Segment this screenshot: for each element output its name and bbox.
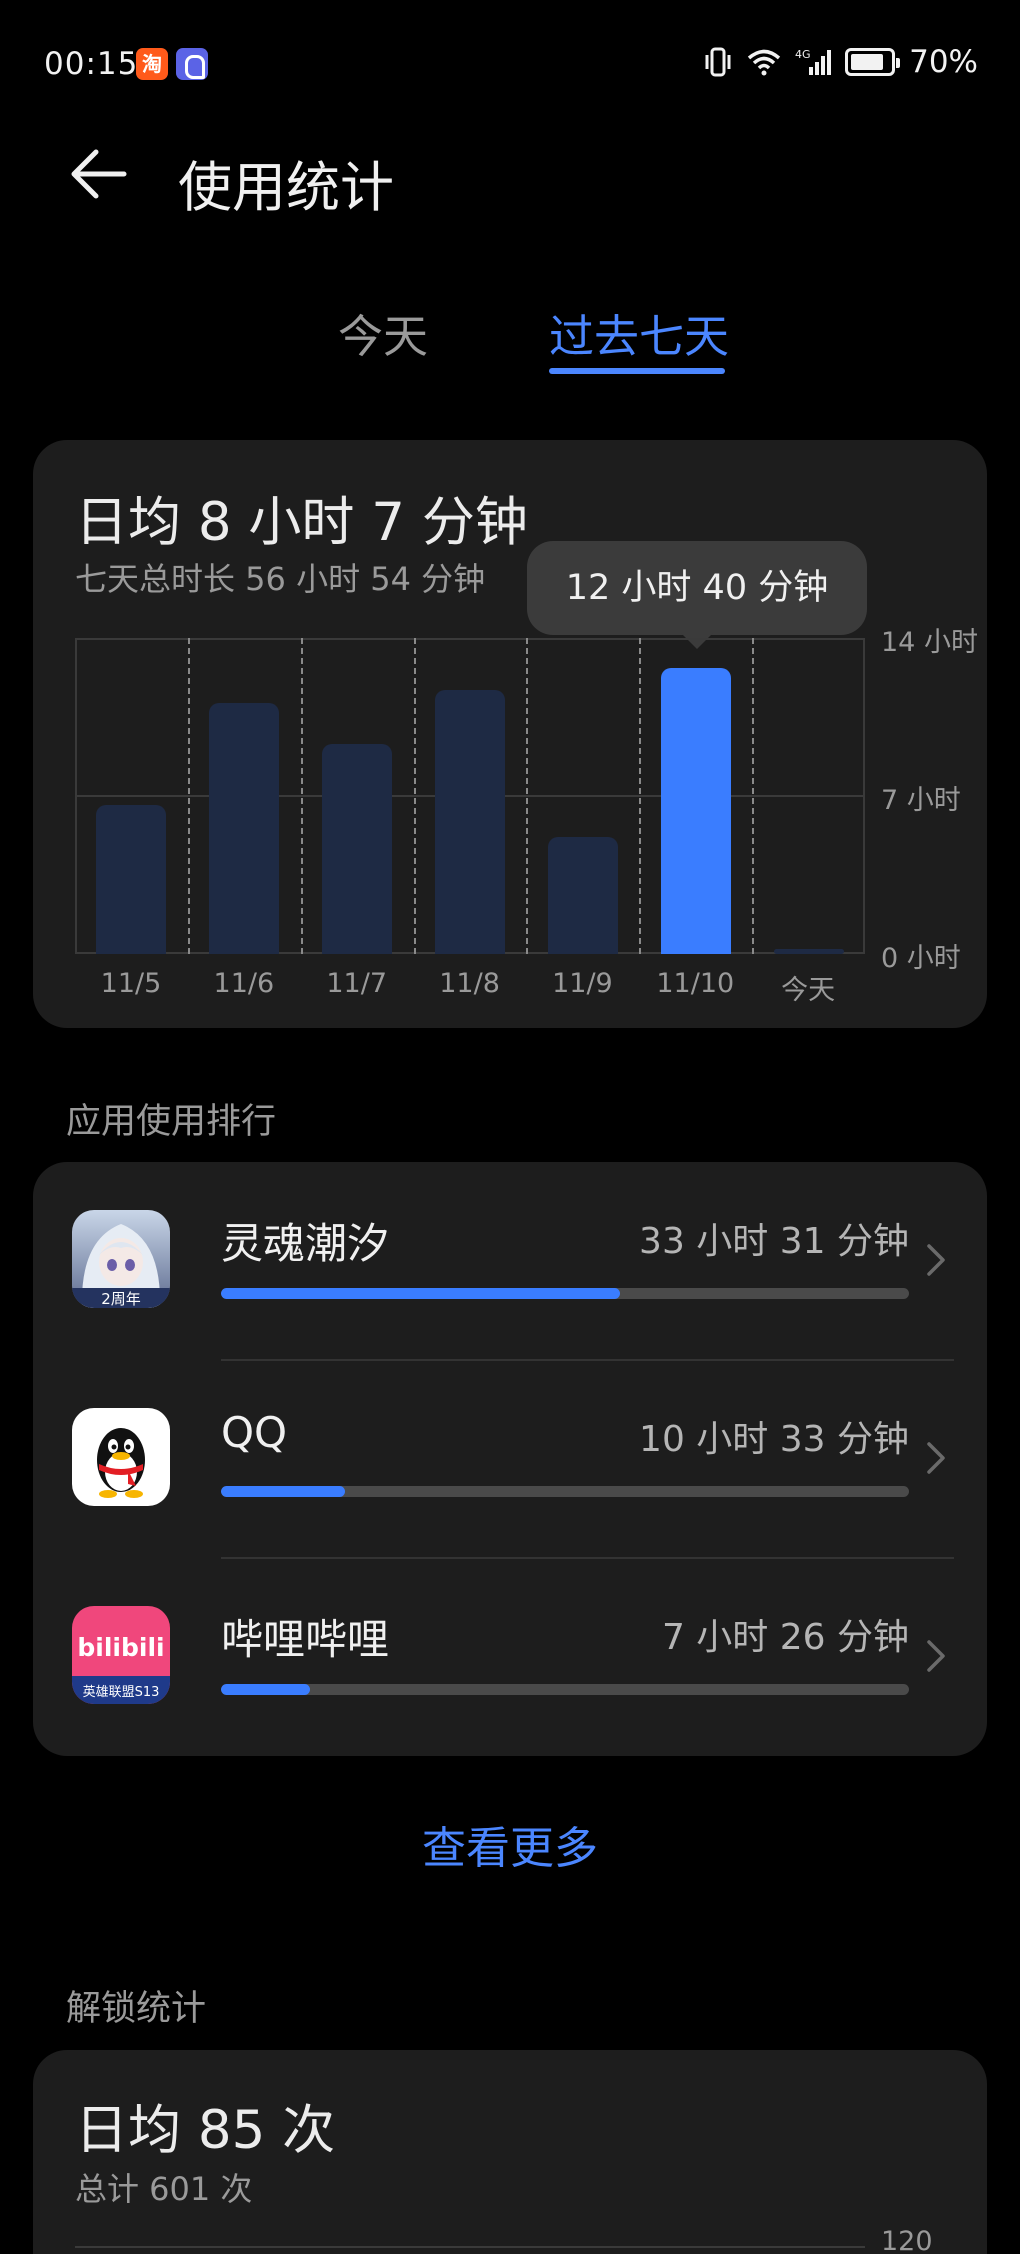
bilibili-icon-badge: 英雄联盟S13 [83, 1685, 160, 1700]
usage-progress-fill [221, 1684, 311, 1695]
chart-day-divider [187, 638, 190, 954]
svg-text:4G: 4G [795, 48, 811, 61]
app-usage-time: 7 小时 26 分钟 [661, 1617, 909, 1658]
chart-y-label: 14 小时 [881, 627, 978, 658]
usage-bar-chart[interactable]: 11/5 11/6 11/7 11/8 11/9 11/10 今天 14 小时 7 小时 0 小时 [75, 627, 999, 1008]
usage-progress-fill [221, 1486, 345, 1497]
status-bar: 00:15 淘 4G 70% [0, 0, 1020, 130]
chevron-right-icon [927, 1442, 945, 1474]
usage-progress-track [221, 1684, 909, 1695]
shield-app-icon [176, 48, 208, 80]
chart-day-divider [300, 638, 303, 954]
bar-tooltip: 12 小时 40 分钟 [527, 541, 867, 649]
chart-bar[interactable] [209, 703, 280, 954]
wifi-icon [747, 49, 781, 76]
qq-penguin-icon [72, 1408, 170, 1506]
app-row-soul-tide[interactable]: 2周年 灵魂潮汐 33 小时 31 分钟 [33, 1162, 987, 1360]
daily-average: 日均 8 小时 7 分钟 [75, 492, 528, 553]
chart-day-divider [639, 638, 642, 954]
chart-x-label: 11/5 [100, 968, 162, 999]
chart-day-divider [413, 638, 416, 954]
chart-x-label: 11/7 [326, 968, 388, 999]
chart-day-divider [526, 638, 529, 954]
chart-y-label: 0 小时 [881, 943, 961, 974]
tab-indicator [549, 368, 725, 374]
chart-x-label: 11/8 [439, 968, 500, 999]
battery-percent: 70% [909, 44, 978, 80]
soul-tide-icon-badge: 2周年 [101, 1290, 141, 1308]
page-title: 使用统计 [178, 156, 394, 219]
soul-tide-app-icon: 2周年 [72, 1210, 170, 1308]
unlock-y-tick: 120 [881, 2226, 933, 2254]
unlock-chart-top-line [75, 2246, 865, 2248]
chart-x-label: 今天 [781, 975, 836, 1006]
app-row-qq[interactable]: QQ 10 小时 33 分钟 [33, 1360, 987, 1558]
app-name: 灵魂潮汐 [221, 1219, 390, 1268]
unlock-stats-card: 日均 85 次 总计 601 次 120 [33, 2050, 987, 2254]
unlock-stats-title: 解锁统计 [66, 1989, 207, 2029]
clock: 00:15 [44, 46, 139, 82]
chart-bar[interactable] [322, 744, 393, 954]
usage-progress-track [221, 1288, 909, 1299]
weekly-total: 七天总时长 56 小时 54 分钟 [75, 560, 486, 598]
chart-bar[interactable] [773, 949, 844, 954]
bilibili-icon: bilibili 英雄联盟S13 [72, 1606, 170, 1704]
app-row-bilibili[interactable]: bilibili 英雄联盟S13 哔哩哔哩 7 小时 26 分钟 [33, 1558, 987, 1756]
taobao-icon: 淘 [136, 48, 168, 80]
chevron-right-icon [927, 1640, 945, 1672]
usage-progress-track [221, 1486, 909, 1497]
chart-bar[interactable] [435, 689, 505, 954]
usage-summary-card: 日均 8 小时 7 分钟 七天总时长 56 小时 54 分钟 12 小时 40 … [33, 440, 987, 1028]
vibrate-icon [705, 47, 731, 77]
app-name: 哔哩哔哩 [221, 1615, 390, 1664]
unlock-daily-average: 日均 85 次 [75, 2100, 336, 2161]
unlock-total: 总计 601 次 [75, 2170, 253, 2208]
battery-saver-icon [845, 48, 901, 76]
chart-bar[interactable] [547, 836, 618, 954]
chart-x-label: 11/6 [213, 968, 275, 999]
app-ranking-title: 应用使用排行 [66, 1102, 277, 1142]
chart-bar[interactable] [96, 805, 167, 954]
chevron-right-icon [927, 1244, 945, 1276]
app-ranking-card: 2周年 灵魂潮汐 33 小时 31 分钟 QQ 10 小时 33 分钟 bili… [33, 1162, 987, 1756]
app-usage-time: 10 小时 33 分钟 [639, 1419, 909, 1460]
tab-past-seven-days[interactable]: 过去七天 [549, 300, 729, 365]
chart-bar[interactable] [660, 668, 731, 954]
usage-progress-fill [221, 1288, 621, 1299]
app-usage-time: 33 小时 31 分钟 [639, 1221, 909, 1262]
arrow-left-icon[interactable] [66, 142, 130, 206]
bilibili-logo-text: bilibili [77, 1633, 164, 1662]
chart-x-label: 11/10 [656, 968, 735, 999]
chart-y-label: 7 小时 [881, 785, 961, 816]
chart-day-divider [752, 638, 755, 954]
see-more-link[interactable]: 查看更多 [0, 1812, 1020, 1876]
chart-x-label: 11/9 [552, 968, 613, 999]
app-name: QQ [221, 1408, 288, 1457]
tab-today[interactable]: 今天 [338, 300, 428, 365]
4g-signal-icon: 4G [795, 48, 832, 75]
